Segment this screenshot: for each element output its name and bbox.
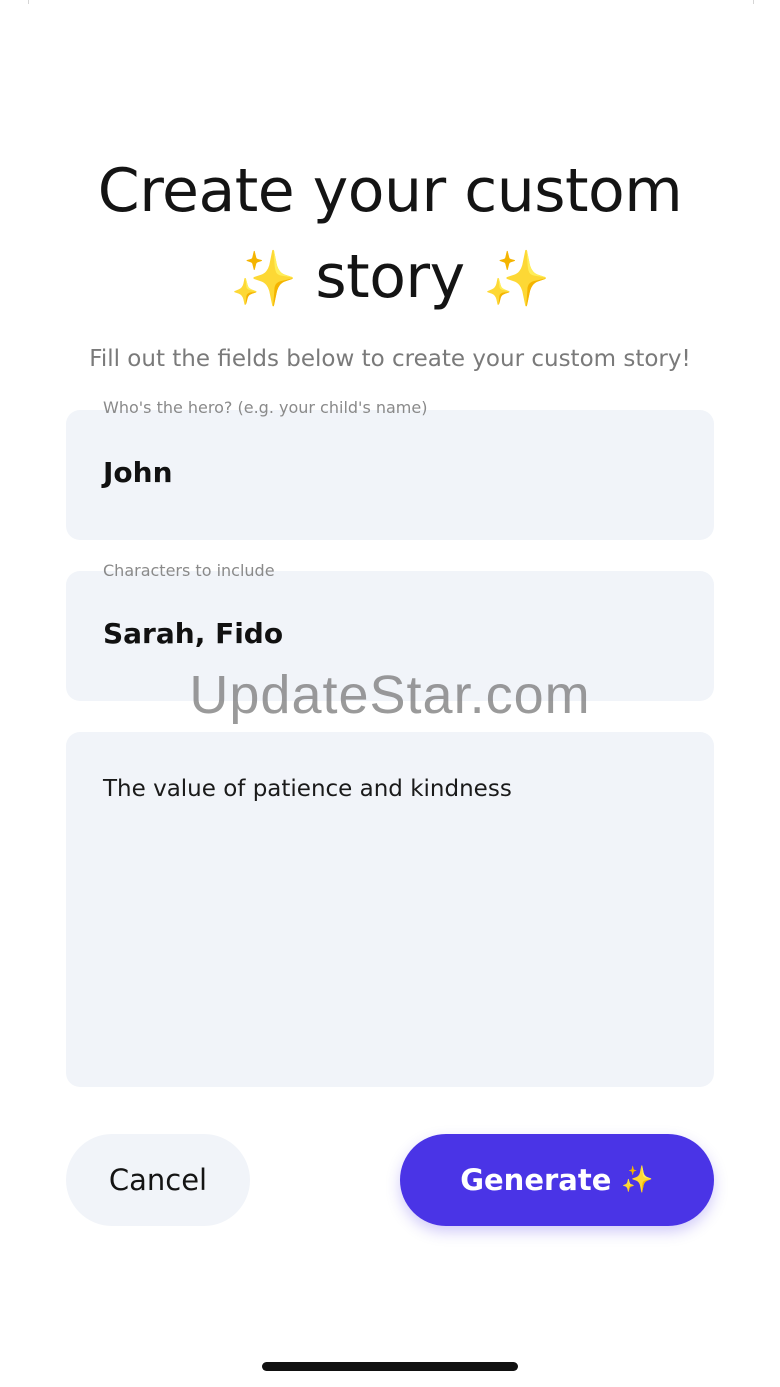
screen-top-edge bbox=[28, 0, 754, 4]
page-title: Create your custom ✨ story ✨ bbox=[40, 148, 740, 322]
title-line-2: ✨ story ✨ bbox=[40, 234, 740, 322]
generate-button[interactable]: Generate ✨ bbox=[400, 1134, 714, 1226]
page-subtitle: Fill out the fields below to create your… bbox=[89, 346, 691, 372]
title-line-1: Create your custom bbox=[97, 156, 683, 226]
cancel-button-label: Cancel bbox=[108, 1163, 208, 1197]
title-story-word: story bbox=[315, 242, 465, 312]
generate-button-label: Generate bbox=[460, 1163, 612, 1197]
characters-label: Characters to include bbox=[103, 561, 275, 580]
hero-name-label: Who's the hero? (e.g. your child's name) bbox=[103, 398, 428, 417]
cancel-button[interactable]: Cancel bbox=[66, 1134, 250, 1226]
sparkles-icon: ✨ bbox=[483, 247, 550, 310]
home-indicator bbox=[262, 1362, 518, 1371]
sparkles-icon: ✨ bbox=[621, 1165, 654, 1195]
characters-value[interactable]: Sarah, Fido bbox=[103, 617, 283, 650]
sparkles-icon: ✨ bbox=[230, 247, 297, 310]
hero-name-value[interactable]: John bbox=[103, 456, 173, 489]
story-theme-value[interactable]: The value of patience and kindness bbox=[103, 776, 512, 802]
